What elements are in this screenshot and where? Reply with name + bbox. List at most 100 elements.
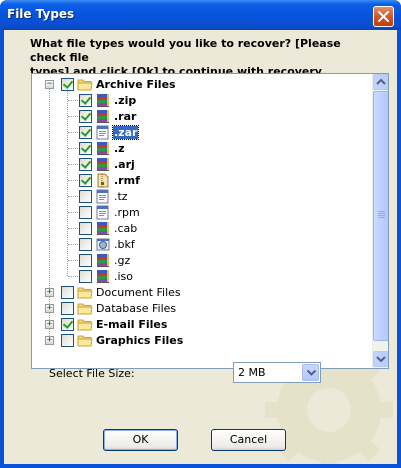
scroll-up-button[interactable] <box>373 74 388 90</box>
file-type-checkbox[interactable] <box>61 318 74 331</box>
file-type-checkbox[interactable] <box>79 110 92 123</box>
folder-icon <box>77 301 93 316</box>
folder-icon <box>77 317 93 332</box>
ok-button[interactable]: OK <box>103 429 178 451</box>
tree-item-label[interactable]: .zip <box>113 94 137 107</box>
archive-books-icon <box>95 93 111 108</box>
document-window-icon <box>95 125 111 140</box>
close-button[interactable] <box>373 6 394 27</box>
file-type-tree[interactable]: − Archive Files .zip .rar .zar .z .arj .rmf .tz.… <box>31 73 389 369</box>
instruction-line-1: What file types would you like to recove… <box>30 37 341 64</box>
file-type-checkbox[interactable] <box>61 286 74 299</box>
ok-button-label: OK <box>132 433 149 446</box>
tree-item-label[interactable]: .z <box>113 142 126 155</box>
tree-item-label[interactable]: E-mail Files <box>95 318 168 331</box>
file-type-checkbox[interactable] <box>79 206 92 219</box>
archive-books-icon <box>95 221 111 236</box>
file-size-select[interactable]: 2 MB <box>233 362 321 383</box>
archive-books-icon <box>95 157 111 172</box>
chevron-down-icon <box>376 356 386 363</box>
collapse-node-button[interactable]: − <box>45 80 54 89</box>
tree-extension-row[interactable]: .zip <box>32 92 372 108</box>
tree-item-label[interactable]: Document Files <box>95 286 182 299</box>
scroll-thumb[interactable] <box>373 91 388 341</box>
file-size-dropdown-button[interactable] <box>302 364 319 381</box>
file-type-checkbox[interactable] <box>79 126 92 139</box>
tree-item-label[interactable]: .cab <box>113 222 138 235</box>
tree-extension-row[interactable]: .rar <box>32 108 372 124</box>
file-type-checkbox[interactable] <box>79 222 92 235</box>
tree-item-label[interactable]: Graphics Files <box>95 334 184 347</box>
tree-item-label[interactable]: .gz <box>113 254 131 267</box>
tree-category-row[interactable]: + Document Files <box>32 284 372 300</box>
file-type-checkbox[interactable] <box>79 158 92 171</box>
grip-line <box>378 211 385 212</box>
tree-item-label[interactable]: .zar <box>111 125 140 140</box>
file-size-label: Select File Size: <box>49 367 135 380</box>
file-types-dialog: File Types What file types would you lik… <box>0 0 401 468</box>
tree-item-label[interactable]: Database Files <box>95 302 177 315</box>
file-type-checkbox[interactable] <box>79 270 92 283</box>
tree-item-label[interactable]: .arj <box>113 158 136 171</box>
file-size-value: 2 MB <box>238 366 266 379</box>
archive-books-icon <box>95 253 111 268</box>
window-title: File Types <box>7 7 75 21</box>
file-type-checkbox[interactable] <box>79 142 92 155</box>
tree-extension-row[interactable]: .z <box>32 140 372 156</box>
expand-node-button[interactable]: + <box>45 336 54 345</box>
document-window-icon <box>95 205 111 220</box>
tree-category-row[interactable]: + Graphics Files <box>32 332 372 348</box>
tree-extension-row[interactable]: .arj <box>32 156 372 172</box>
tree-extension-row[interactable]: .gz <box>32 252 372 268</box>
tree-item-label[interactable]: .rar <box>113 110 137 123</box>
folder-icon <box>77 77 93 92</box>
tree-item-label[interactable]: .iso <box>113 270 134 283</box>
folder-icon <box>77 285 93 300</box>
cancel-button[interactable]: Cancel <box>211 429 286 451</box>
tree-extension-row[interactable]: .bkf <box>32 236 372 252</box>
tree-rows: − Archive Files .zip .rar .zar .z .arj .rmf .tz.… <box>32 74 372 368</box>
tree-extension-row[interactable]: .iso <box>32 268 372 284</box>
file-type-checkbox[interactable] <box>61 78 74 91</box>
archive-books-icon <box>95 141 111 156</box>
tree-item-label[interactable]: .bkf <box>113 238 136 251</box>
tree-category-row[interactable]: + E-mail Files <box>32 316 372 332</box>
grip-line <box>378 217 385 218</box>
file-type-checkbox[interactable] <box>79 94 92 107</box>
chevron-down-icon <box>307 370 316 376</box>
zipper-file-icon <box>95 173 111 188</box>
close-icon <box>378 11 389 22</box>
grip-line <box>378 215 385 216</box>
grip-line <box>378 213 385 214</box>
backup-file-icon <box>95 237 111 252</box>
tree-extension-row[interactable]: .rmf <box>32 172 372 188</box>
vertical-scrollbar[interactable] <box>372 74 388 368</box>
tree-item-label[interactable]: .tz <box>113 190 129 203</box>
expand-node-button[interactable]: + <box>45 320 54 329</box>
tree-category-row[interactable]: − Archive Files <box>32 76 372 92</box>
file-type-checkbox[interactable] <box>61 334 74 347</box>
tree-extension-row[interactable]: .zar <box>32 124 372 140</box>
title-bar[interactable]: File Types <box>0 0 401 30</box>
cancel-button-label: Cancel <box>229 433 268 446</box>
dialog-client-area: What file types would you like to recove… <box>4 30 397 464</box>
tree-item-label[interactable]: Archive Files <box>95 78 177 91</box>
file-type-checkbox[interactable] <box>79 238 92 251</box>
tree-category-row[interactable]: + Database Files <box>32 300 372 316</box>
scroll-down-button[interactable] <box>373 351 388 367</box>
tree-extension-row[interactable]: .tz <box>32 188 372 204</box>
file-type-checkbox[interactable] <box>79 254 92 267</box>
tree-extension-row[interactable]: .rpm <box>32 204 372 220</box>
tree-item-label[interactable]: .rpm <box>113 206 141 219</box>
document-window-icon <box>95 189 111 204</box>
file-type-checkbox[interactable] <box>61 302 74 315</box>
chevron-up-icon <box>376 78 386 85</box>
archive-books-icon <box>95 269 111 284</box>
expand-node-button[interactable]: + <box>45 288 54 297</box>
file-type-checkbox[interactable] <box>79 190 92 203</box>
tree-extension-row[interactable]: .cab <box>32 220 372 236</box>
tree-item-label[interactable]: .rmf <box>113 174 141 187</box>
archive-books-icon <box>95 109 111 124</box>
file-type-checkbox[interactable] <box>79 174 92 187</box>
expand-node-button[interactable]: + <box>45 304 54 313</box>
